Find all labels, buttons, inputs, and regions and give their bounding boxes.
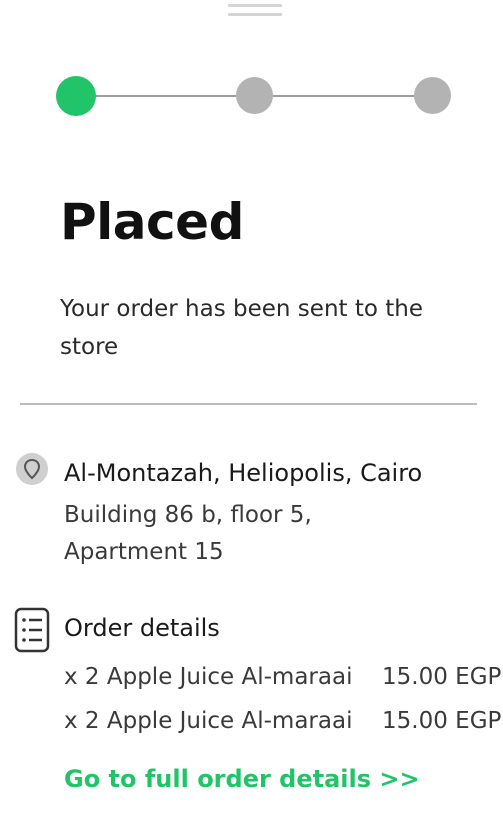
step-connector bbox=[94, 95, 236, 97]
full-order-details-link[interactable]: Go to full order details >> bbox=[64, 762, 420, 796]
order-item-price: 15.00 EGP bbox=[382, 708, 502, 734]
address-line-2: Apartment 15 bbox=[64, 539, 224, 565]
order-item-row: x 2 Apple Juice Al-maraai 15.00 EGP bbox=[64, 660, 503, 694]
order-item-row: x 2 Apple Juice Al-maraai 15.00 EGP bbox=[64, 704, 503, 738]
location-pin-icon bbox=[16, 453, 48, 485]
section-divider bbox=[20, 403, 477, 405]
drag-handle-bar bbox=[228, 13, 282, 16]
order-item-name: x 2 Apple Juice Al-maraai bbox=[64, 664, 353, 690]
order-item-price: 15.00 EGP bbox=[382, 664, 502, 690]
step-3-dot bbox=[414, 77, 451, 114]
drag-handle-bar bbox=[228, 4, 282, 7]
address-line-1: Building 86 b, floor 5, bbox=[64, 502, 312, 528]
order-details-title: Order details bbox=[64, 614, 220, 642]
address-title: Al-Montazah, Heliopolis, Cairo bbox=[64, 459, 423, 487]
order-item-name: x 2 Apple Juice Al-maraai bbox=[64, 708, 353, 734]
order-list-icon bbox=[14, 607, 50, 653]
step-connector bbox=[272, 95, 416, 97]
order-status-description: Your order has been sent to the store bbox=[60, 296, 423, 360]
order-status-title: Placed bbox=[60, 193, 244, 251]
step-2-dot bbox=[236, 77, 273, 114]
drag-handle[interactable] bbox=[228, 4, 282, 18]
step-placed-dot bbox=[56, 76, 96, 116]
order-progress-stepper bbox=[56, 76, 452, 116]
order-status-sheet: Placed Your order has been sent to the s… bbox=[0, 0, 503, 820]
